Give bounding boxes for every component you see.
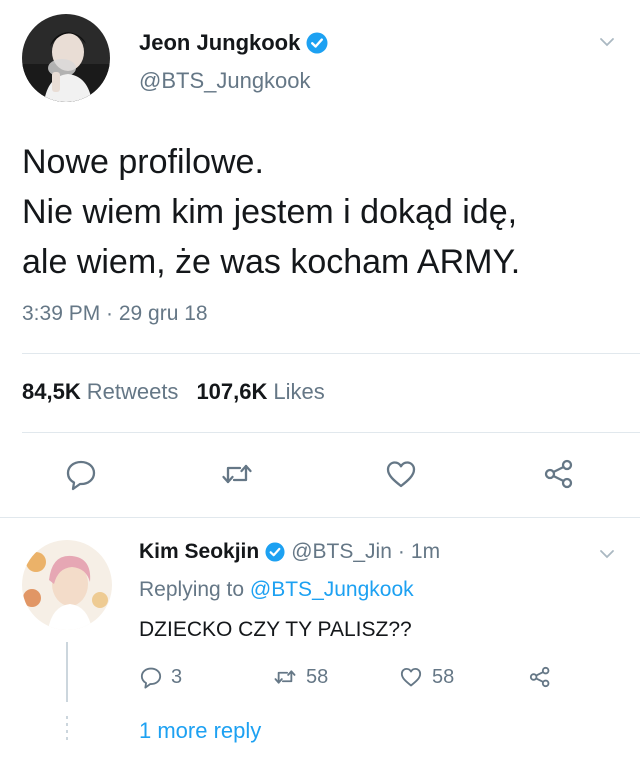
replying-to-handle[interactable]: @BTS_Jungkook (250, 578, 414, 601)
author-handle[interactable]: @BTS_Jungkook (139, 68, 311, 94)
reply-like-count: 58 (432, 665, 455, 688)
replying-to-prefix: Replying to (139, 578, 245, 601)
author-name-row: Jeon Jungkook (139, 30, 328, 56)
heart-icon (400, 667, 422, 687)
reply-retweet-action[interactable]: 58 (272, 665, 328, 689)
chevron-down-icon[interactable] (598, 33, 616, 51)
heart-icon[interactable] (384, 457, 418, 491)
tweet-text-line: ale wiem, że was kocham ARMY. (22, 243, 521, 281)
verified-badge-icon (306, 32, 328, 54)
retweet-icon[interactable] (220, 457, 254, 491)
tweet-text-line: Nowe profilowe. (22, 143, 264, 181)
tweet-timestamp[interactable]: 3:39 PM · 29 gru 18 (22, 302, 208, 326)
share-icon[interactable] (542, 457, 576, 491)
divider (0, 517, 640, 518)
verified-badge-icon (265, 542, 285, 562)
reply-icon (140, 667, 162, 689)
retweet-icon (274, 670, 296, 684)
reply-author-avatar[interactable] (22, 540, 112, 630)
reply-like-action[interactable]: 58 (398, 665, 454, 689)
reply-time[interactable]: 1m (411, 540, 440, 564)
retweets-label: Retweets (86, 379, 179, 404)
tweet-text-line: Nie wiem kim jestem i dokąd idę, (22, 193, 518, 231)
thread-dots (66, 716, 68, 742)
reply-retweet-count: 58 (306, 665, 329, 688)
reply-reply-action[interactable]: 3 (139, 665, 182, 689)
tweet-text: Nowe profilowe. Nie wiem kim jestem i do… (22, 137, 622, 287)
reply-text: DZIECKO CZY TY PALISZ?? (139, 618, 412, 641)
likes-stat[interactable]: 107,6K Likes (196, 379, 324, 405)
tweet-stats: 84,5K Retweets 107,6K Likes (22, 379, 343, 405)
retweets-stat[interactable]: 84,5K Retweets (22, 379, 178, 405)
reply-author-handle[interactable]: @BTS_Jin (291, 540, 392, 564)
divider (22, 353, 640, 354)
more-replies-link[interactable]: 1 more reply (139, 718, 261, 744)
replying-to: Replying to @BTS_Jungkook (139, 578, 414, 602)
likes-count: 107,6K (196, 379, 268, 404)
thread-line (66, 642, 68, 702)
reply-share-action[interactable] (528, 665, 560, 689)
reply-separator: · (397, 540, 405, 563)
divider (22, 432, 640, 433)
chevron-down-icon[interactable] (598, 545, 616, 563)
share-icon (529, 666, 550, 688)
author-avatar[interactable] (22, 14, 110, 102)
reply-icon[interactable] (64, 457, 98, 491)
retweets-count: 84,5K (22, 379, 81, 404)
reply-author-name[interactable]: Kim Seokjin (139, 540, 259, 564)
author-name[interactable]: Jeon Jungkook (139, 30, 300, 56)
reply-header: Kim Seokjin @BTS_Jin · 1m (139, 540, 440, 564)
likes-label: Likes (273, 379, 325, 404)
reply-count: 3 (171, 665, 183, 688)
